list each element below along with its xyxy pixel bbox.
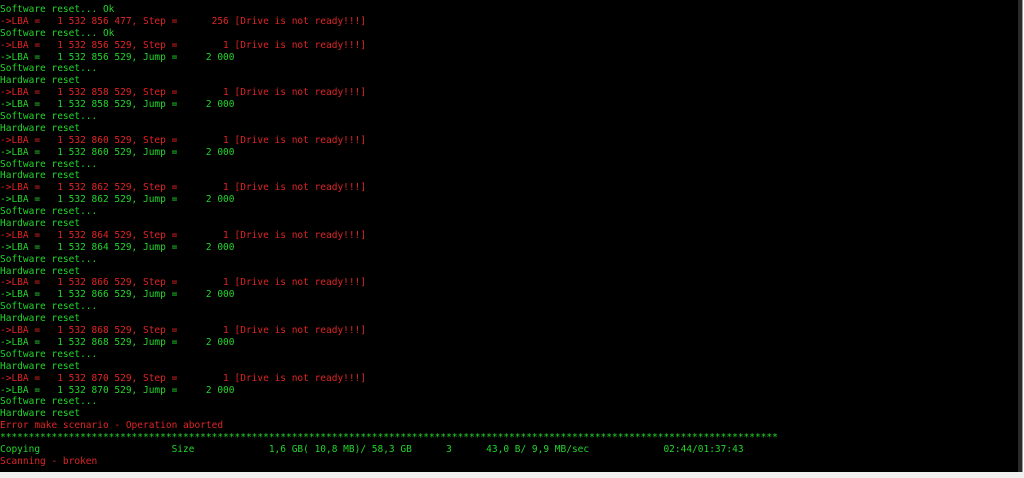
console-line: ->LBA = 1 532 864 529, Jump = 2 000: [0, 241, 235, 253]
console-line: Copying Size 1,6 GB( 10,8 MB)/ 58,3 GB 3…: [0, 443, 744, 455]
console-line: Hardware reset: [0, 218, 81, 230]
console-line: Software reset...: [0, 301, 98, 313]
console-line: ->LBA = 1 532 870 529, Step = 1 [Drive i…: [0, 372, 367, 384]
console-line: Software reset...: [0, 348, 98, 360]
console-line: Error make scenario - Operation aborted: [0, 420, 224, 432]
console-line: ->LBA = 1 532 862 529, Step = 1 [Drive i…: [0, 182, 367, 194]
console-line: Hardware reset: [0, 75, 81, 87]
console-line: Hardware reset: [0, 408, 81, 420]
console-line: Hardware reset: [0, 313, 81, 325]
console-line: ->LBA = 1 532 860 529, Step = 1 [Drive i…: [0, 134, 367, 146]
console-line: Software reset...: [0, 253, 98, 265]
console-line: Software reset...: [0, 63, 98, 75]
console-output: Software reset... Ok ->LBA = 1 532 856 47…: [0, 4, 778, 468]
console-line: ->LBA = 1 532 868 529, Step = 1 [Drive i…: [0, 325, 367, 337]
console-line: Hardware reset: [0, 265, 81, 277]
console-line: Software reset...: [0, 111, 98, 123]
console-line: ->LBA = 1 532 858 529, Jump = 2 000: [0, 99, 235, 111]
console-line: Software reset...: [0, 158, 98, 170]
console-line: Software reset... Ok: [0, 4, 115, 15]
console-line: Hardware reset: [0, 170, 81, 182]
console-line: ->LBA = 1 532 868 529, Jump = 2 000: [0, 336, 235, 348]
console-line: Software reset...: [0, 396, 98, 408]
console-line: ->LBA = 1 532 858 529, Step = 1 [Drive i…: [0, 87, 367, 99]
vertical-scrollbar[interactable]: [1018, 0, 1022, 472]
console-line: ->LBA = 1 532 866 529, Step = 1 [Drive i…: [0, 277, 367, 289]
console-line: ****************************************…: [0, 432, 778, 444]
console-line: Hardware reset: [0, 360, 81, 372]
console-line: Software reset... Ok: [0, 27, 115, 39]
console-line: ->LBA = 1 532 856 529, Step = 1 [Drive i…: [0, 39, 367, 51]
console-line: ->LBA = 1 532 856 477, Step = 256 [Drive…: [0, 15, 367, 27]
console-line: Software reset...: [0, 206, 98, 218]
console-line: ->LBA = 1 532 860 529, Jump = 2 000: [0, 146, 235, 158]
console-line: ->LBA = 1 532 864 529, Step = 1 [Drive i…: [0, 229, 367, 241]
console-line: ->LBA = 1 532 862 529, Jump = 2 000: [0, 194, 235, 206]
console-line: ->LBA = 1 532 866 529, Jump = 2 000: [0, 289, 235, 301]
console-line: Hardware reset: [0, 122, 81, 134]
console-line: ->LBA = 1 532 870 529, Jump = 2 000: [0, 384, 235, 396]
console-line: Scanning - broken: [0, 455, 98, 467]
window-bottom-edge: [0, 472, 1024, 478]
console-line: ->LBA = 1 532 856 529, Jump = 2 000: [0, 51, 235, 63]
console-window[interactable]: Software reset... Ok ->LBA = 1 532 856 47…: [0, 0, 1023, 473]
